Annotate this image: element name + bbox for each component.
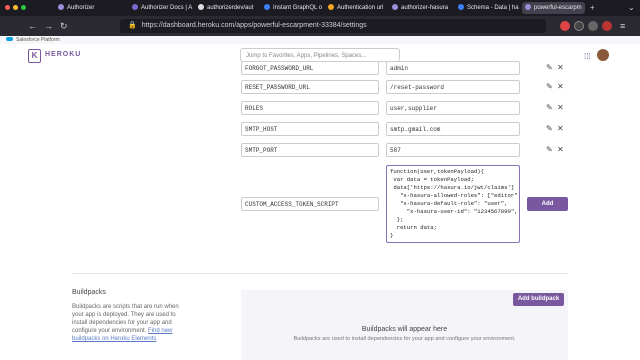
extension-icon[interactable]: [588, 21, 598, 31]
minimize-window-icon[interactable]: [13, 5, 18, 10]
heroku-logo-icon[interactable]: K: [28, 49, 41, 63]
new-config-key-input[interactable]: CUSTOM_ACCESS_TOKEN_SCRIPT: [241, 197, 379, 211]
code-line: "x-hasura-user-id": "1234567890",: [390, 208, 518, 215]
tab-favicon-icon: [392, 4, 398, 10]
buildpacks-empty-description: Buildpacks are used to install dependenc…: [293, 336, 516, 342]
add-buildpack-button[interactable]: Add buildpack: [513, 293, 564, 306]
code-line: }: [390, 232, 394, 239]
heroku-favicon-icon: [525, 4, 531, 10]
edit-pencil-icon[interactable]: ✎: [546, 81, 553, 93]
buildpacks-empty-title: Buildpacks will appear here: [361, 326, 448, 333]
tab-authentication-url[interactable]: Authentication url: [328, 2, 388, 14]
tab-favicon-icon: [58, 4, 64, 10]
config-var-key[interactable]: SMTP_HOST: [241, 122, 379, 136]
config-var-value[interactable]: admin: [386, 61, 520, 75]
code-line: data['https://hasura.io/jwt/claims']: [390, 184, 515, 191]
buildpacks-panel: Add buildpack Buildpacks will appear her…: [241, 290, 568, 360]
code-line: "x-hasura-default-role": "user",: [390, 200, 508, 207]
address-bar[interactable]: 🔒 https://dashboard.heroku.com/apps/power…: [120, 19, 546, 33]
delete-x-icon[interactable]: ✕: [557, 81, 564, 93]
buildpacks-description: Buildpacks are scripts that are run when…: [72, 304, 179, 342]
tab-powerful-escarpment[interactable]: powerful-escarpm: [522, 2, 585, 14]
tab-favicon-icon: [264, 4, 270, 10]
maximize-window-icon[interactable]: [21, 5, 26, 10]
menu-icon[interactable]: ≡: [620, 20, 625, 32]
code-line: var data = tokenPayload;: [390, 176, 474, 183]
tab-favicon-icon: [328, 4, 334, 10]
add-config-var-button[interactable]: Add: [527, 197, 568, 211]
section-divider: [72, 273, 568, 274]
tab-authorizer[interactable]: Authorizer: [58, 2, 122, 14]
config-var-value[interactable]: smtp.gmail.com: [386, 122, 520, 136]
config-var-key[interactable]: SMTP_PORT: [241, 143, 379, 157]
settings-content: FORGOT_PASSWORD_URL admin ✎ ✕ RESET_PASS…: [0, 61, 640, 360]
code-line: function(user,tokenPayload){: [390, 168, 484, 175]
apps-grid-icon[interactable]: ⁞⁞⁞: [584, 52, 591, 61]
tab-favicon-icon: [458, 4, 464, 10]
github-icon: [198, 4, 204, 10]
jump-search-input[interactable]: Jump to Favorites, Apps, Pipelines, Spac…: [240, 48, 400, 62]
window-controls: [5, 5, 29, 12]
tab-favicon-icon: [132, 4, 138, 10]
heroku-brand[interactable]: HEROKU: [45, 51, 81, 58]
profile-icon[interactable]: [602, 21, 612, 31]
tab-authorizer-hasura[interactable]: authorizer-hasura: [392, 2, 454, 14]
config-var-value[interactable]: /reset-password: [386, 80, 520, 94]
edit-pencil-icon[interactable]: ✎: [546, 62, 553, 74]
delete-x-icon[interactable]: ✕: [557, 62, 564, 74]
config-var-key[interactable]: ROLES: [241, 101, 379, 115]
code-line: };: [390, 216, 404, 223]
edit-pencil-icon[interactable]: ✎: [546, 144, 553, 156]
reload-icon[interactable]: ↻: [60, 20, 68, 32]
tab-instant-graphql[interactable]: Instant GraphQL o: [264, 2, 326, 14]
code-line: return data;: [390, 224, 437, 231]
config-var-value[interactable]: user,supplier: [386, 101, 520, 115]
salesforce-cloud-icon: [6, 37, 13, 41]
new-config-value-textarea[interactable]: function(user,tokenPayload){ var data = …: [386, 165, 520, 243]
tab-list-chevron-icon[interactable]: ⌄: [628, 2, 635, 14]
browser-window: Authorizer Authorizer Docs | A authorize…: [0, 0, 640, 360]
buildpacks-title: Buildpacks: [72, 289, 106, 296]
url-text: https://dashboard.heroku.com/apps/powerf…: [141, 22, 367, 29]
tab-authorizer-docs[interactable]: Authorizer Docs | A: [132, 2, 194, 14]
extension-icon[interactable]: [560, 21, 570, 31]
tab-github-authorizer[interactable]: authorizerdev/aut: [198, 2, 260, 14]
edit-pencil-icon[interactable]: ✎: [546, 123, 553, 135]
new-tab-button[interactable]: +: [590, 2, 595, 14]
delete-x-icon[interactable]: ✕: [557, 144, 564, 156]
back-arrow-icon[interactable]: ←: [28, 20, 37, 32]
close-window-icon[interactable]: [5, 5, 10, 10]
navigation-bar: ← → ↻ 🔒 https://dashboard.heroku.com/apps…: [0, 16, 640, 36]
delete-x-icon[interactable]: ✕: [557, 123, 564, 135]
delete-x-icon[interactable]: ✕: [557, 102, 564, 114]
config-var-key[interactable]: RESET_PASSWORD_URL: [241, 80, 379, 94]
config-var-key[interactable]: FORGOT_PASSWORD_URL: [241, 61, 379, 75]
avatar[interactable]: [597, 49, 609, 61]
extension-icon[interactable]: [574, 21, 584, 31]
tab-schema-data[interactable]: Schema - Data | ha: [458, 2, 520, 14]
tab-bar: Authorizer Authorizer Docs | A authorize…: [0, 0, 640, 16]
config-var-value[interactable]: 587: [386, 143, 520, 157]
forward-arrow-icon[interactable]: →: [44, 20, 53, 32]
lock-icon: 🔒: [128, 22, 137, 29]
code-line: "x-hasura-allowed-roles": ["editor": [390, 192, 518, 199]
edit-pencil-icon[interactable]: ✎: [546, 102, 553, 114]
